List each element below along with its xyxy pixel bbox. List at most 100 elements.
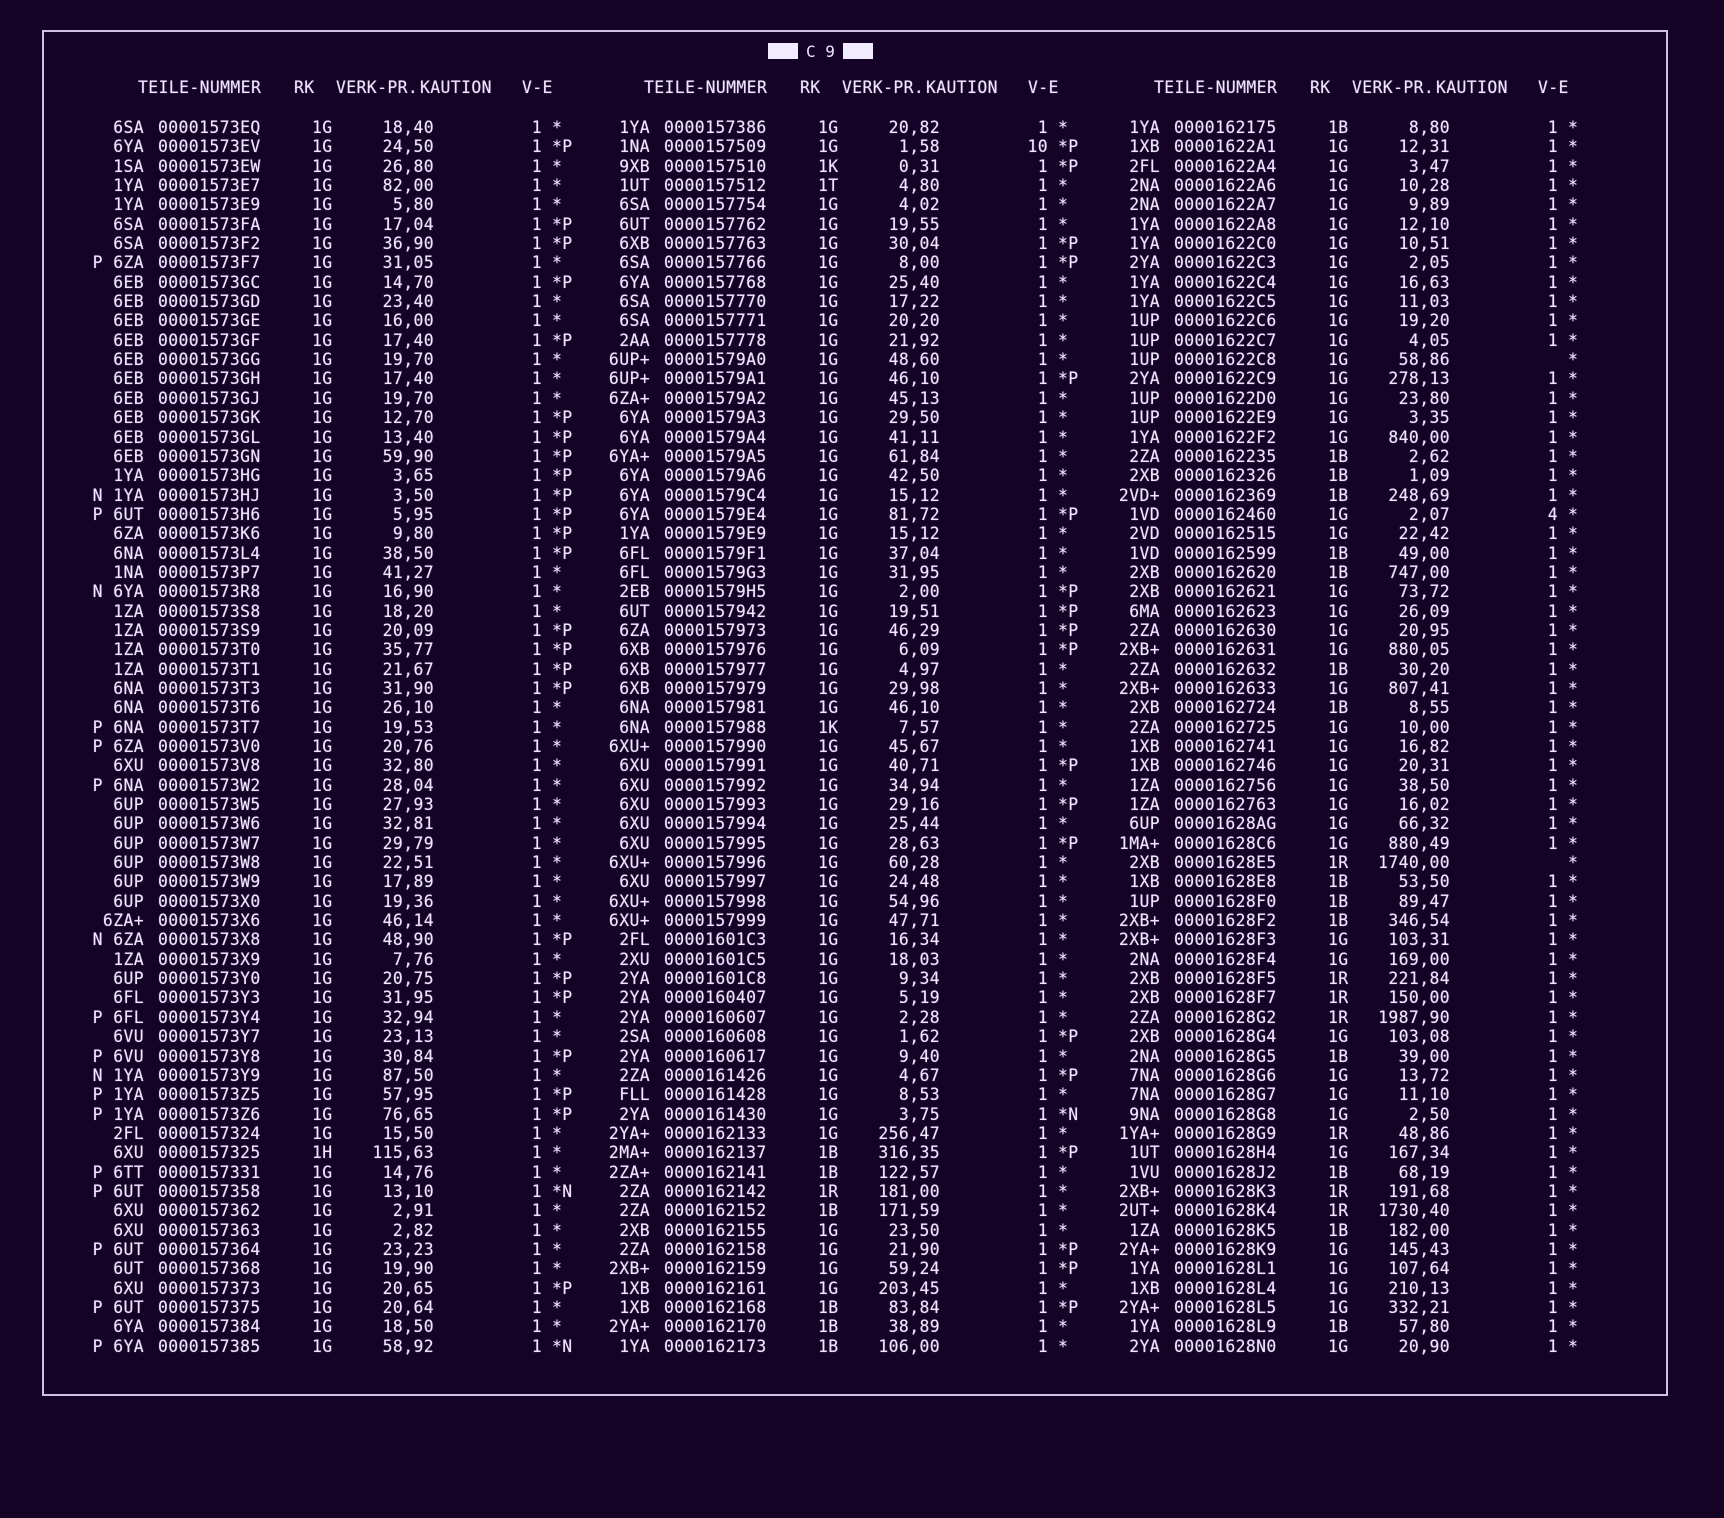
unit-quantity: 1: [531, 1239, 542, 1259]
row-code: 1YA: [1129, 118, 1160, 137]
sale-price: 0,31: [898, 156, 940, 176]
rk-code: 1B: [818, 1317, 839, 1337]
row-code: 1ZA: [1129, 795, 1160, 815]
part-number: 00001573GG: [158, 350, 261, 370]
rk-code: 1G: [312, 176, 333, 196]
part-number: 00001628F7: [1174, 988, 1277, 1008]
row-flag: *: [1568, 1085, 1579, 1105]
row-flag: *: [552, 891, 563, 911]
unit-quantity: 1: [531, 795, 542, 815]
rk-code: 1G: [818, 678, 839, 698]
unit-quantity: 1: [1037, 1046, 1048, 1066]
row-flag: *: [552, 253, 563, 273]
unit-quantity: 1: [1547, 1239, 1558, 1259]
sale-price: 2,07: [1408, 504, 1450, 524]
row-flag: *: [1058, 350, 1069, 370]
part-number: 0000157995: [664, 833, 767, 853]
sale-price: 53,50: [1398, 872, 1450, 892]
table-row: 2ZA 0000161426 1G 4,67 1 *P: [578, 1066, 1088, 1085]
unit-quantity: 1: [1547, 620, 1558, 640]
part-number: 0000157324: [158, 1123, 261, 1143]
row-code: P 1YA: [92, 1104, 144, 1124]
sale-price: 26,10: [382, 698, 434, 718]
part-number: 0000162630: [1174, 620, 1277, 640]
unit-quantity: 1: [1037, 775, 1048, 795]
row-flag: *: [1058, 446, 1069, 466]
table-row: 1YA 0000162175 1B 8,80 1 *: [1088, 118, 1598, 137]
unit-quantity: 1: [1547, 737, 1558, 756]
sale-price: 48,90: [382, 930, 434, 950]
rk-code: 1B: [1328, 543, 1349, 563]
table-row: 6NA 0000157988 1K 7,57 1 *: [578, 718, 1088, 737]
part-number: 00001573K6: [158, 524, 261, 544]
table-row: 2FL 0000157324 1G 15,50 1 *: [72, 1124, 582, 1143]
table-row: 6XU+ 0000157999 1G 47,71 1 *: [578, 911, 1088, 930]
rk-code: 1G: [818, 292, 839, 312]
table-row: 6YA 00001579A6 1G 42,50 1 *: [578, 466, 1088, 485]
row-code: 2YA: [619, 1046, 650, 1066]
rk-code: 1G: [1328, 330, 1349, 350]
part-number: 0000162133: [664, 1123, 767, 1143]
table-row: 9XB 0000157510 1K 0,31 1 *P: [578, 157, 1088, 176]
table-row: 2NA 00001628F4 1G 169,00 1 *: [1088, 950, 1598, 969]
sale-price: 17,04: [382, 214, 434, 234]
sale-price: 23,13: [382, 1027, 434, 1047]
rk-code: 1G: [1328, 176, 1349, 196]
unit-quantity: 1: [531, 446, 542, 466]
table-row: 6YA 00001579A3 1G 29,50 1 *: [578, 408, 1088, 427]
unit-quantity: 1: [1037, 272, 1048, 292]
table-row: 6EB 00001573GH 1G 17,40 1 *: [72, 369, 582, 388]
part-number: 00001573H6: [158, 504, 261, 524]
table-row: 6XU+ 0000157996 1G 60,28 1 *: [578, 853, 1088, 872]
sale-price: 23,80: [1398, 388, 1450, 408]
rk-code: 1B: [1328, 872, 1349, 892]
row-code: 7NA: [1129, 1085, 1160, 1105]
sale-price: 20,75: [382, 969, 434, 989]
unit-quantity: 1: [1037, 872, 1048, 892]
sale-price: 4,97: [898, 659, 940, 679]
row-code: 1VU: [1129, 1162, 1160, 1182]
unit-quantity: 1: [1037, 253, 1048, 273]
part-number: 00001573Y3: [158, 988, 261, 1008]
table-row: 2MA+ 0000162137 1B 316,35 1 *P: [578, 1143, 1088, 1162]
part-number: 00001579A3: [664, 408, 767, 428]
rk-code: 1G: [1328, 775, 1349, 795]
unit-quantity: 1: [1547, 253, 1558, 273]
rk-code: 1G: [1328, 795, 1349, 815]
row-code: P 6NA: [92, 775, 144, 795]
rk-code: 1G: [1328, 930, 1349, 950]
row-code: 6UP+: [608, 369, 650, 389]
rk-code: 1G: [1328, 137, 1349, 157]
table-row: 2XB 00001628F7 1R 150,00 1 *: [1088, 988, 1598, 1007]
row-code: 1YA: [113, 195, 144, 215]
rk-code: 1G: [312, 156, 333, 176]
sale-price: 31,90: [382, 678, 434, 698]
unit-quantity: 1: [1547, 1104, 1558, 1124]
row-flag: *: [552, 1143, 563, 1163]
row-flag: *N: [552, 1181, 573, 1201]
part-number: 00001628K4: [1174, 1201, 1277, 1221]
unit-quantity: 1: [1037, 562, 1048, 582]
sale-price: 47,71: [888, 911, 940, 931]
part-number: 0000157510: [664, 156, 767, 176]
rk-code: 1G: [818, 253, 839, 273]
table-row: 6SA 0000157766 1G 8,00 1 *P: [578, 253, 1088, 272]
table-row: 6SA 00001573F2 1G 36,90 1 *P: [72, 234, 582, 253]
row-flag: *P: [552, 408, 573, 428]
sale-price: 25,44: [888, 814, 940, 834]
row-flag: *: [552, 717, 563, 737]
sale-price: 7,76: [392, 949, 434, 969]
table-row: 2VD+ 0000162369 1B 248,69 1 *: [1088, 486, 1598, 505]
row-flag: *: [552, 795, 563, 815]
part-number: 0000157778: [664, 330, 767, 350]
part-number: 0000161430: [664, 1104, 767, 1124]
rk-code: 1G: [1328, 833, 1349, 853]
rk-code: 1H: [312, 1143, 333, 1163]
sale-price: 1730,40: [1378, 1201, 1450, 1221]
row-code: 6XU: [113, 1143, 144, 1163]
rk-code: 1G: [818, 485, 839, 505]
sale-price: 58,86: [1398, 350, 1450, 370]
part-number: 00001573Y0: [158, 969, 261, 989]
sale-price: 37,04: [888, 543, 940, 563]
unit-quantity: 1: [531, 427, 542, 447]
